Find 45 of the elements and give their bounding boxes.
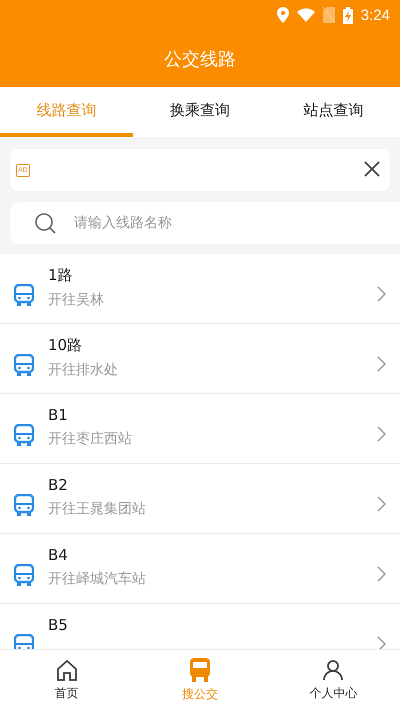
route-destination: 开往吴林 [48, 291, 104, 309]
person-icon [322, 658, 344, 680]
route-item[interactable]: B2 开往王晁集团站 [0, 464, 400, 534]
battery-icon [342, 6, 353, 24]
route-name: B5 [48, 616, 68, 634]
search-icon [34, 212, 56, 234]
route-destination: 开往排水处 [48, 361, 118, 379]
bus-icon [14, 424, 34, 446]
bus-icon [190, 658, 210, 682]
bus-icon [14, 284, 34, 306]
search-field[interactable]: 请输入线路名称 [10, 202, 400, 244]
route-name: 1路 [48, 266, 73, 285]
route-item[interactable]: 10路 开往排水处 [0, 324, 400, 394]
chevron-icon [377, 566, 386, 582]
chevron-icon [377, 426, 386, 442]
route-item[interactable]: B4 开往峄城汽车站 [0, 534, 400, 604]
route-destination: 开往王晁集团站 [48, 500, 146, 518]
close-icon [364, 160, 380, 176]
nav-item[interactable]: 个人中心 [266, 650, 400, 710]
chevron-icon [377, 286, 386, 302]
header-title: 公交线路 [164, 48, 236, 70]
route-name: B2 [48, 476, 68, 494]
tab[interactable]: 换乘查询 [133, 87, 267, 137]
home-icon [56, 658, 78, 680]
route-name: B1 [48, 406, 68, 424]
location-icon [276, 7, 289, 23]
route-destination: 开往峄城汽车站 [48, 570, 146, 588]
no-sim-icon [322, 7, 335, 23]
bus-icon [14, 494, 34, 516]
route-item[interactable]: B1 开往枣庄西站 [0, 394, 400, 464]
chevron-icon [377, 636, 386, 649]
route-item[interactable]: 1路 开往吴林 [0, 254, 400, 324]
route-name: B4 [48, 546, 68, 564]
tab[interactable]: 站点查询 [266, 87, 400, 137]
status-time: 3:24 [360, 6, 390, 24]
chevron-icon [377, 496, 386, 512]
route-name: 10路 [48, 336, 82, 355]
wifi-icon [296, 8, 315, 22]
route-destination: 开往枣庄西站 [48, 430, 132, 448]
nav-item[interactable]: 首页 [0, 650, 134, 710]
bus-icon [14, 354, 34, 376]
close-button[interactable] [364, 160, 380, 180]
bus-icon [14, 564, 34, 586]
search-input[interactable]: 请输入线路名称 [72, 214, 336, 232]
chevron-icon [377, 356, 386, 372]
